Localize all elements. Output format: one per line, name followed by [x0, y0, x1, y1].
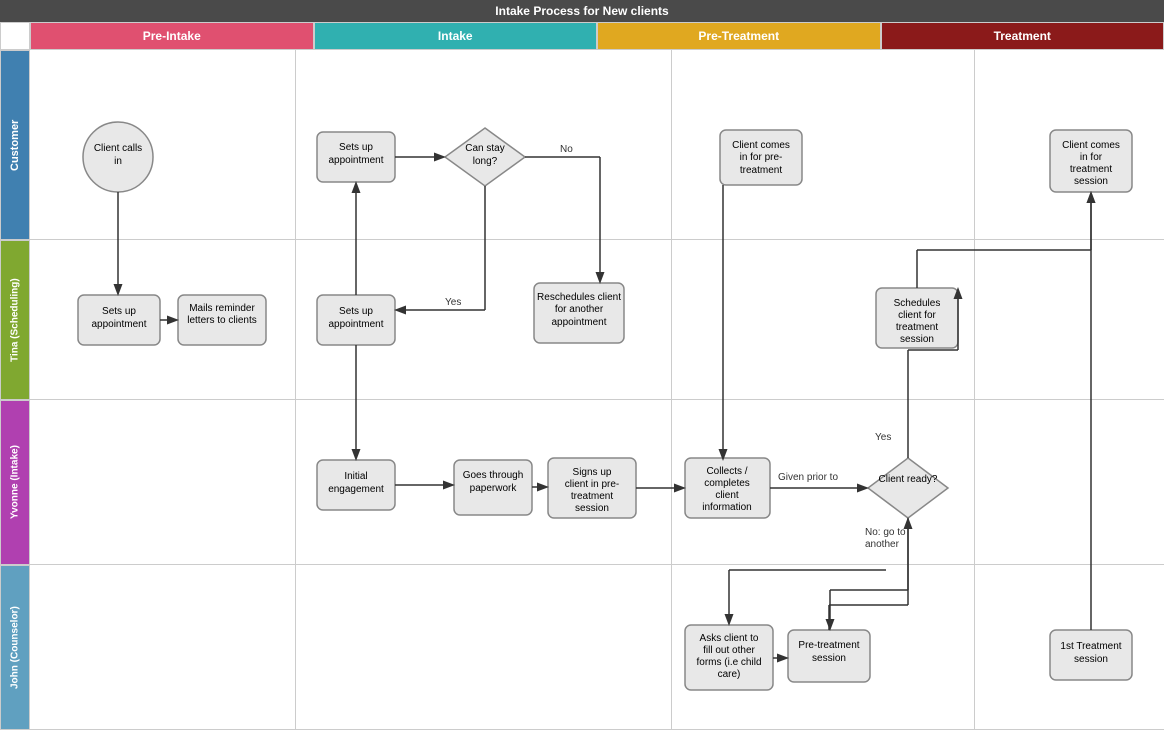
col-header-intake: Intake: [314, 22, 598, 50]
divider-c1: [295, 50, 296, 240]
header-spacer: [0, 22, 30, 50]
divider-c3: [974, 50, 975, 240]
divider-j1: [295, 565, 296, 730]
diagram-container: Intake Process for New clients Pre-Intak…: [0, 0, 1164, 742]
divider-j3: [974, 565, 975, 730]
divider-y3: [974, 400, 975, 565]
john-row: John (Counselor): [30, 565, 1164, 730]
divider-y2: [671, 400, 672, 565]
col-header-treatment: Treatment: [881, 22, 1164, 50]
tina-row: Tina (Scheduling): [30, 240, 1164, 400]
divider-t3: [974, 240, 975, 400]
col-header-pre-intake: Pre-Intake: [30, 22, 314, 50]
row-label-customer: Customer: [0, 50, 30, 240]
row-label-tina: Tina (Scheduling): [0, 240, 30, 400]
divider-j2: [671, 565, 672, 730]
divider-c2: [671, 50, 672, 240]
divider-t2: [671, 240, 672, 400]
row-label-john: John (Counselor): [0, 565, 30, 730]
customer-row: Customer: [30, 50, 1164, 240]
diagram-title: Intake Process for New clients: [0, 0, 1164, 22]
col-header-pretreatment: Pre-Treatment: [597, 22, 881, 50]
divider-y1: [295, 400, 296, 565]
divider-t1: [295, 240, 296, 400]
column-headers: Pre-Intake Intake Pre-Treatment Treatmen…: [0, 22, 1164, 50]
yvonne-row: Yvonne (Intake): [30, 400, 1164, 565]
row-label-yvonne: Yvonne (Intake): [0, 400, 30, 565]
